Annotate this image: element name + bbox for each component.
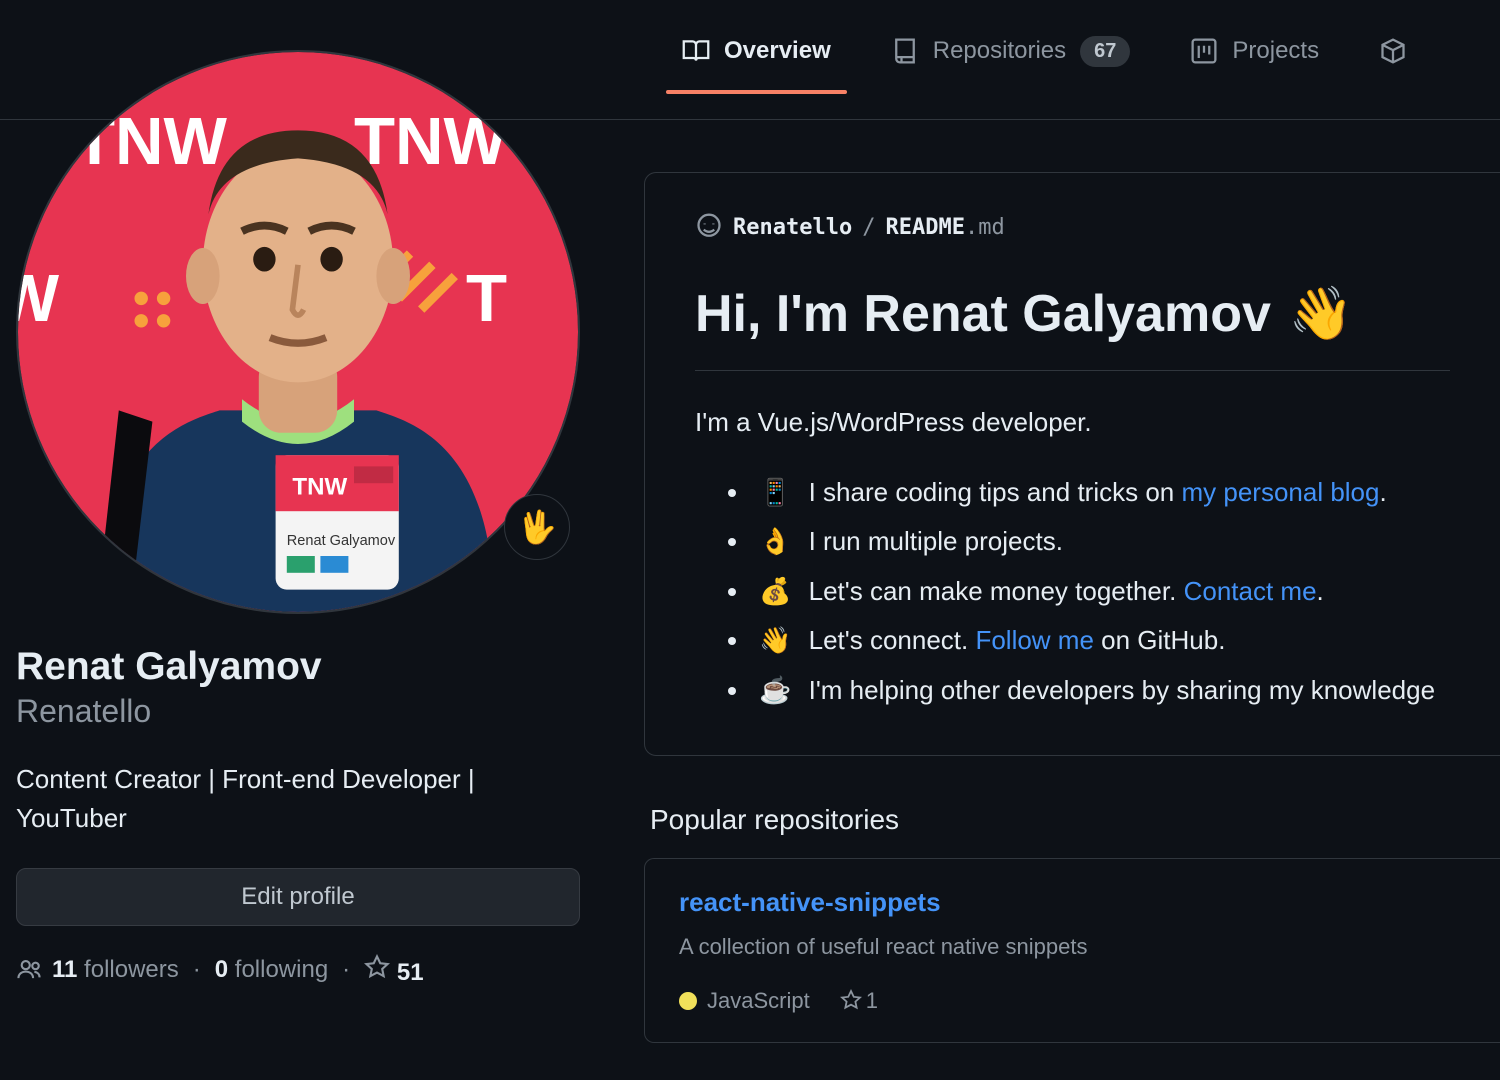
followers-label: followers: [84, 956, 179, 983]
svg-text:TNW: TNW: [354, 104, 508, 179]
people-icon: [16, 957, 42, 983]
repo-icon: [891, 37, 919, 65]
repo-stars-link[interactable]: 1: [840, 988, 878, 1014]
svg-text:Renat Galyamov: Renat Galyamov: [287, 533, 396, 549]
star-icon: [364, 954, 390, 980]
readme-heading: Hi, I'm Renat Galyamov 👋: [695, 283, 1450, 371]
profile-stats: 11 followers · 0 following · 51: [16, 954, 580, 987]
link-contact-me[interactable]: Contact me: [1184, 576, 1317, 606]
avatar[interactable]: TNW TNW W T: [16, 50, 580, 614]
stars-link[interactable]: 51: [364, 954, 423, 987]
edit-profile-button[interactable]: Edit profile: [16, 868, 580, 926]
profile-sidebar: TNW TNW W T: [16, 50, 580, 987]
readme-list: 📱 I share coding tips and tricks on my p…: [695, 468, 1450, 715]
followers-link[interactable]: 11 followers: [52, 956, 179, 984]
svg-text:TNW: TNW: [74, 104, 228, 179]
popular-repos-heading: Popular repositories: [650, 804, 1500, 836]
username: Renatello: [16, 693, 580, 730]
list-text: Let's can make money together.: [809, 576, 1184, 606]
package-icon: [1379, 37, 1407, 65]
profile-names: Renat Galyamov Renatello: [16, 644, 580, 730]
smiley-icon: [695, 213, 723, 241]
separator-dot: ·: [189, 956, 205, 984]
language-color-dot: [679, 992, 697, 1010]
list-text-after: .: [1317, 576, 1324, 606]
emoji-phone: 📱: [759, 477, 791, 507]
repo-card: react-native-snippets A collection of us…: [644, 858, 1500, 1043]
readme-path-file: README: [885, 215, 964, 240]
repo-description: A collection of useful react native snip…: [679, 934, 1466, 960]
list-text-after: .: [1379, 477, 1386, 507]
readme-list-item: 📱 I share coding tips and tricks on my p…: [751, 468, 1450, 517]
stars-count: 51: [397, 959, 424, 986]
status-badge[interactable]: 🖖: [504, 494, 570, 560]
readme-list-item: 👋 Let's connect. Follow me on GitHub.: [751, 616, 1450, 665]
separator-dot: ·: [338, 956, 354, 984]
star-icon: [840, 989, 862, 1011]
emoji-money: 💰: [759, 576, 791, 606]
wave-emoji: 👋: [1289, 283, 1354, 344]
readme-path-ext: .md: [965, 215, 1005, 240]
main-content: Renatello / README.md Hi, I'm Renat Galy…: [640, 172, 1500, 1043]
tab-overview-label: Overview: [724, 37, 831, 65]
repo-language-label: JavaScript: [707, 988, 810, 1013]
svg-text:W: W: [18, 261, 60, 336]
repo-name-link[interactable]: react-native-snippets: [679, 887, 941, 917]
readme-heading-text: Hi, I'm Renat Galyamov: [695, 284, 1271, 344]
tab-projects[interactable]: Projects: [1182, 27, 1327, 93]
readme-box: Renatello / README.md Hi, I'm Renat Galy…: [644, 172, 1500, 756]
display-name: Renat Galyamov: [16, 644, 580, 691]
repo-language: JavaScript: [679, 988, 810, 1014]
svg-text:T: T: [466, 261, 507, 336]
list-text: I share coding tips and tricks on: [809, 477, 1182, 507]
emoji-coffee: ☕: [759, 675, 791, 705]
avatar-image: TNW TNW W T: [18, 52, 578, 612]
repo-stars-count: 1: [866, 988, 878, 1013]
tab-projects-label: Projects: [1232, 37, 1319, 65]
profile-tabs: Overview Repositories 67 Projects: [640, 0, 1500, 120]
readme-path-user: Renatello: [733, 215, 852, 240]
tab-packages[interactable]: [1371, 27, 1407, 93]
tab-repositories-label: Repositories: [933, 37, 1066, 65]
link-personal-blog[interactable]: my personal blog: [1181, 477, 1379, 507]
link-follow-me[interactable]: Follow me: [975, 625, 1093, 655]
readme-path-sep: /: [862, 215, 875, 240]
list-text-after: on GitHub.: [1094, 625, 1226, 655]
project-icon: [1190, 37, 1218, 65]
list-text: I run multiple projects.: [809, 526, 1063, 556]
readme-intro: I'm a Vue.js/WordPress developer.: [695, 407, 1450, 438]
emoji-wave: 👋: [759, 625, 791, 655]
list-text: I'm helping other developers by sharing …: [809, 675, 1435, 705]
bio: Content Creator | Front-end Developer | …: [16, 760, 580, 838]
tab-repositories[interactable]: Repositories 67: [883, 26, 1139, 95]
emoji-ok: 👌: [759, 526, 791, 556]
following-count: 0: [215, 956, 228, 983]
status-emoji: 🖖: [517, 508, 557, 546]
readme-path: Renatello / README.md: [695, 213, 1450, 241]
book-icon: [682, 37, 710, 65]
readme-list-item: 💰 Let's can make money together. Contact…: [751, 567, 1450, 616]
followers-count: 11: [52, 956, 77, 983]
following-label: following: [235, 956, 328, 983]
readme-list-item: 👌 I run multiple projects.: [751, 517, 1450, 566]
repo-meta: JavaScript 1: [679, 988, 1466, 1014]
readme-list-item: ☕ I'm helping other developers by sharin…: [751, 666, 1450, 715]
list-text: Let's connect.: [809, 625, 976, 655]
tab-overview[interactable]: Overview: [674, 27, 839, 93]
following-link[interactable]: 0 following: [215, 956, 328, 984]
repositories-count: 67: [1080, 36, 1130, 67]
svg-text:TNW: TNW: [292, 473, 347, 500]
